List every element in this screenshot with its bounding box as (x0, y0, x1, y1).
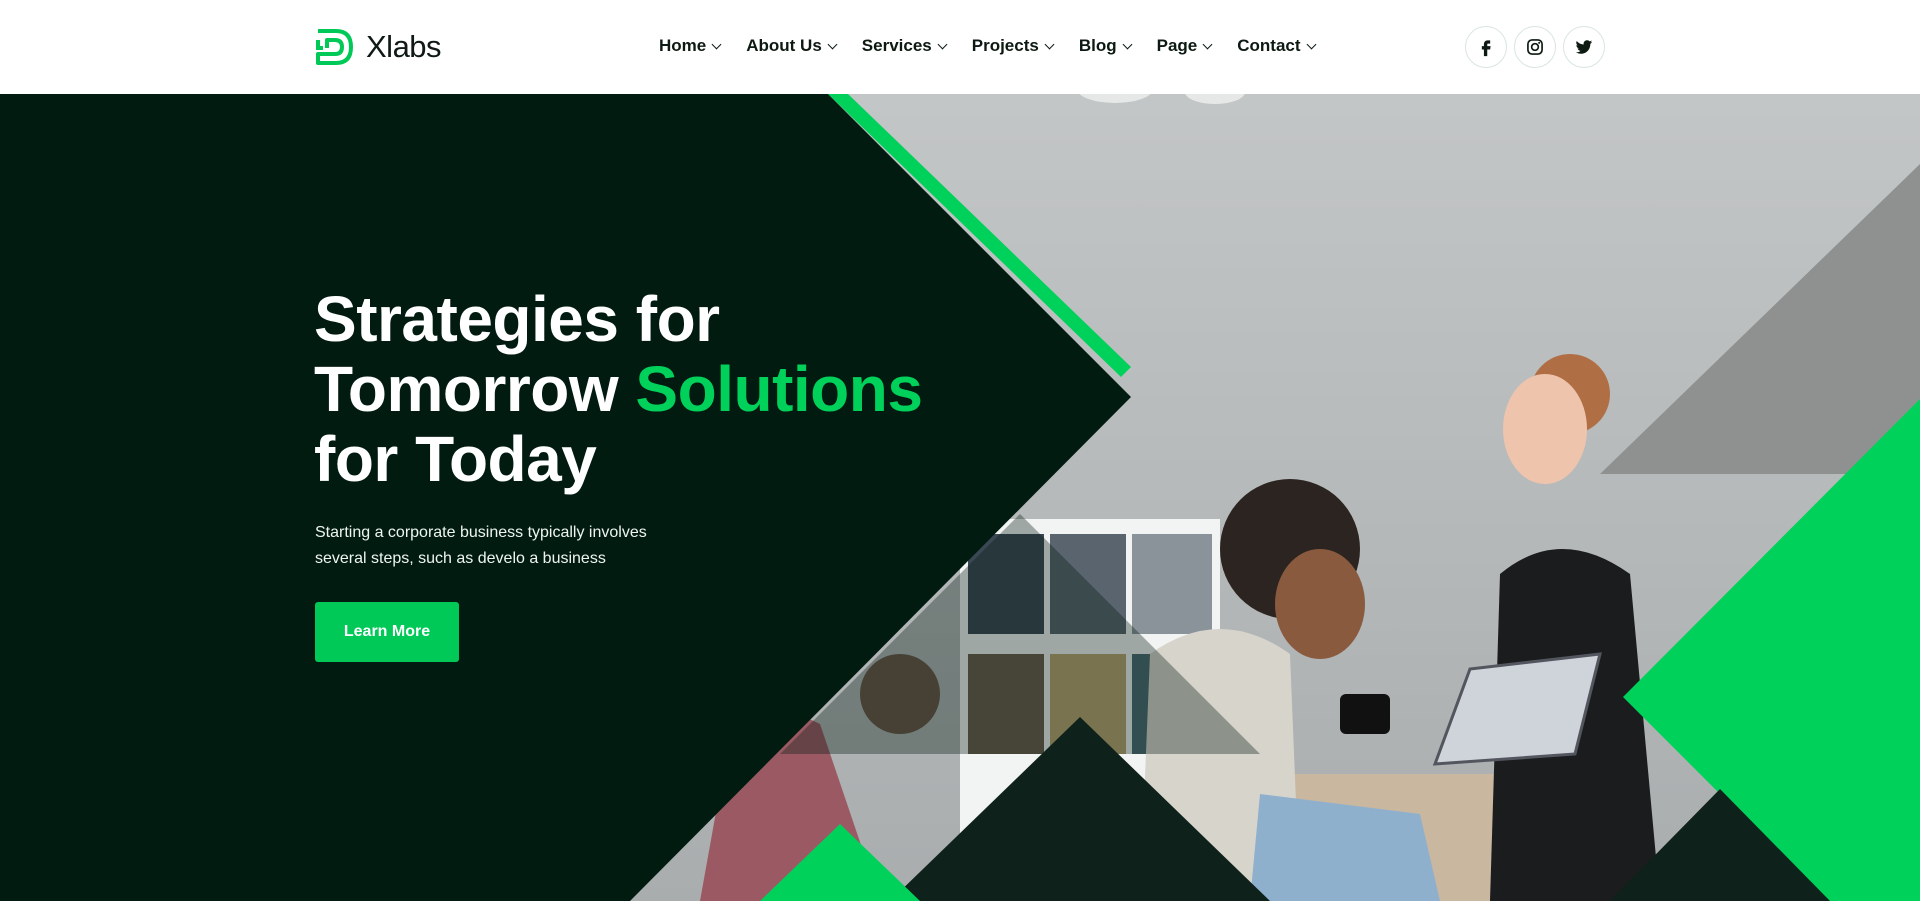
facebook-button[interactable] (1465, 26, 1507, 68)
nav-item-services[interactable]: Services (861, 36, 948, 56)
xlabs-logo-icon (316, 29, 353, 65)
twitter-icon (1575, 40, 1593, 54)
social-links (1465, 26, 1605, 68)
hero-headline: Strategies for Tomorrow Solutions for Tod… (314, 284, 1014, 494)
nav-item-label: Home (659, 36, 707, 55)
nav-item-home[interactable]: Home (659, 36, 722, 56)
chevron-down-icon (827, 39, 838, 49)
facebook-icon (1481, 40, 1491, 57)
nav-item-contact[interactable]: Contact (1237, 36, 1316, 56)
brand-logo[interactable]: Xlabs (314, 26, 442, 68)
nav-item-about-us[interactable]: About Us (746, 36, 838, 56)
instagram-icon (1527, 39, 1543, 55)
nav-item-label: Services (861, 36, 932, 55)
nav-item-label: About Us (746, 36, 822, 55)
nav-item-label: Projects (971, 36, 1039, 55)
twitter-button[interactable] (1563, 26, 1605, 68)
main-nav: Home About Us Services Projects Blog Pag… (659, 36, 1341, 56)
nav-item-projects[interactable]: Projects (971, 36, 1055, 56)
chevron-down-icon (711, 39, 722, 49)
brand-name: Xlabs (366, 29, 442, 64)
site-header: Xlabs Home About Us Services Projects Bl… (0, 0, 1920, 94)
chevron-down-icon (937, 39, 948, 49)
chevron-down-icon (1122, 39, 1133, 49)
nav-item-page[interactable]: Page (1156, 36, 1213, 56)
nav-item-blog[interactable]: Blog (1078, 36, 1133, 56)
learn-more-button[interactable]: Learn More (315, 602, 459, 662)
headline-accent: Solutions (635, 353, 923, 425)
chevron-down-icon (1044, 39, 1055, 49)
chevron-down-icon (1306, 39, 1316, 49)
office-team-photo (0, 94, 1920, 901)
headline-part2: for Today (314, 423, 597, 495)
nav-item-label: Contact (1237, 36, 1301, 55)
hero-section: Strategies for Tomorrow Solutions for Tod… (0, 94, 1920, 901)
nav-item-label: Blog (1078, 36, 1117, 55)
hero-description: Starting a corporate business typically … (315, 524, 647, 567)
chevron-down-icon (1202, 39, 1213, 49)
instagram-button[interactable] (1514, 26, 1556, 68)
nav-item-label: Page (1156, 36, 1198, 55)
